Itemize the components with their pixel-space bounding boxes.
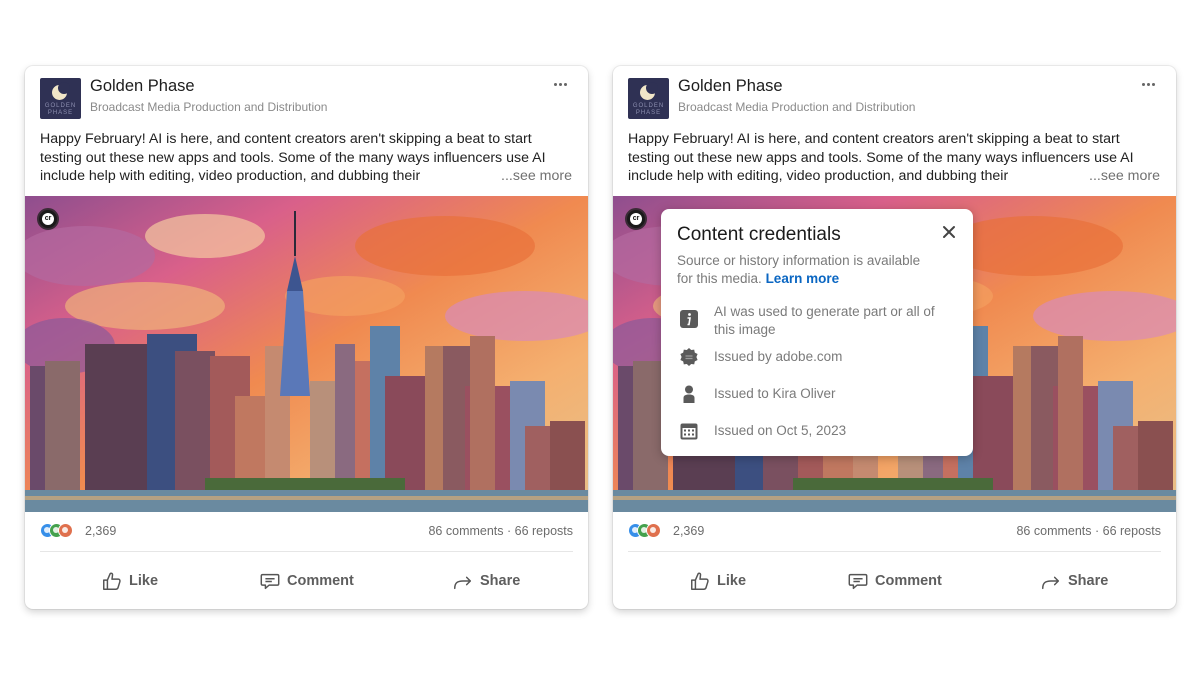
reaction-icons[interactable]: [628, 523, 668, 539]
thumbs-up-icon: [103, 572, 121, 590]
cloud: [145, 214, 265, 258]
action-bar: Like Comment Share: [25, 564, 588, 600]
credential-text: Issued to Kira Oliver: [714, 386, 836, 401]
logo-text: GOLDEN: [632, 103, 665, 109]
comment-icon: [260, 573, 280, 590]
divider: [40, 551, 573, 552]
post-text-line: include help with editing, video product…: [40, 168, 421, 184]
company-logo[interactable]: GOLDEN PHASE: [628, 78, 669, 119]
comments-reposts-count[interactable]: 86 comments · 66 reposts: [428, 524, 573, 538]
share-arrow-icon: [454, 576, 472, 590]
comment-label: Comment: [875, 573, 942, 589]
post-image[interactable]: cr: [25, 196, 588, 512]
post-header: GOLDEN PHASE Golden Phase Broadcast Medi…: [40, 77, 573, 121]
water-reflection: [25, 496, 588, 500]
close-icon: [943, 226, 955, 238]
learn-more-link[interactable]: Learn more: [766, 271, 840, 286]
post-text: Happy February! AI is here, and content …: [628, 130, 1160, 186]
comment-label: Comment: [287, 573, 354, 589]
content-credentials-popup: Content credentials Source or history in…: [661, 209, 973, 456]
post-text-line: Happy February! AI is here, and content …: [628, 131, 1120, 147]
dot-icon: [564, 83, 567, 86]
info-icon: [680, 310, 698, 328]
building: [45, 361, 80, 506]
company-tagline: Broadcast Media Production and Distribut…: [90, 100, 328, 114]
trees: [793, 478, 993, 490]
person-icon: [683, 385, 695, 403]
popup-description: Source or history information is availab…: [677, 252, 937, 288]
more-options-button[interactable]: [1139, 77, 1159, 91]
share-button[interactable]: Share: [452, 564, 520, 598]
post-text-line: testing out these new apps and tools. So…: [628, 149, 1134, 166]
content-credentials-badge[interactable]: cr: [625, 208, 647, 230]
comments-reposts-count[interactable]: 86 comments · 66 reposts: [1016, 524, 1161, 538]
building: [1058, 336, 1083, 506]
company-tagline: Broadcast Media Production and Distribut…: [678, 100, 916, 114]
trees: [205, 478, 405, 490]
moon-icon: [640, 82, 658, 100]
dot-icon: [559, 83, 562, 86]
share-label: Share: [480, 573, 521, 589]
comment-button[interactable]: Comment: [847, 564, 942, 598]
logo-text: PHASE: [47, 110, 74, 116]
post-stats: 2,369 86 comments · 66 reposts: [628, 522, 1161, 542]
see-more-link[interactable]: ...see more: [501, 167, 572, 186]
post-text-line-last: include help with editing, video product…: [628, 167, 1160, 186]
popup-title: Content credentials: [677, 224, 841, 245]
close-button[interactable]: [940, 223, 958, 241]
credential-text: AI was used to generate part or all of t…: [714, 304, 935, 337]
moon-icon: [52, 82, 70, 100]
comment-icon: [848, 573, 868, 590]
reaction-count[interactable]: 2,369: [673, 524, 704, 538]
post-text-line: Happy February! AI is here, and content …: [40, 131, 532, 147]
dot-icon: [554, 83, 557, 86]
water: [25, 490, 588, 512]
share-button[interactable]: Share: [1040, 564, 1108, 598]
dot-icon: [1152, 83, 1155, 86]
skyline-illustration: [25, 196, 588, 512]
credential-text: Issued on Oct 5, 2023: [714, 423, 847, 438]
thumbs-up-icon: [691, 572, 709, 590]
cr-icon: cr: [42, 213, 54, 225]
cr-icon: cr: [630, 213, 642, 225]
post-text: Happy February! AI is here, and content …: [40, 130, 572, 186]
more-options-button[interactable]: [551, 77, 571, 91]
comment-button[interactable]: Comment: [259, 564, 354, 598]
reaction-icons[interactable]: [40, 523, 80, 539]
company-name[interactable]: Golden Phase: [90, 77, 195, 96]
post-text-line: include help with editing, video product…: [628, 168, 1009, 184]
reaction-count[interactable]: 2,369: [85, 524, 116, 538]
post-text-line: testing out these new apps and tools. So…: [40, 149, 546, 166]
verified-badge-icon: [680, 348, 698, 366]
share-arrow-icon: [1042, 576, 1060, 590]
building: [85, 344, 147, 506]
action-bar: Like Comment Share: [613, 564, 1176, 600]
like-label: Like: [717, 573, 747, 589]
logo-text: PHASE: [635, 110, 662, 116]
dot-icon: [1142, 83, 1145, 86]
logo-text: GOLDEN: [44, 103, 77, 109]
love-reaction-icon: [646, 523, 661, 538]
post-text-line-last: include help with editing, video product…: [40, 167, 572, 186]
like-button[interactable]: Like: [101, 564, 158, 598]
water: [613, 490, 1176, 512]
like-label: Like: [129, 573, 159, 589]
post-stats: 2,369 86 comments · 66 reposts: [40, 522, 573, 542]
building: [470, 336, 495, 506]
cloud: [355, 216, 535, 276]
like-button[interactable]: Like: [689, 564, 746, 598]
divider: [628, 551, 1161, 552]
company-logo[interactable]: GOLDEN PHASE: [40, 78, 81, 119]
post-card-original: GOLDEN PHASE Golden Phase Broadcast Medi…: [25, 66, 588, 609]
water-reflection: [613, 496, 1176, 500]
share-label: Share: [1068, 573, 1109, 589]
see-more-link[interactable]: ...see more: [1089, 167, 1160, 186]
company-name[interactable]: Golden Phase: [678, 77, 783, 96]
post-header: GOLDEN PHASE Golden Phase Broadcast Medi…: [628, 77, 1161, 121]
dot-icon: [1147, 83, 1150, 86]
content-credentials-badge[interactable]: cr: [37, 208, 59, 230]
calendar-icon: [680, 423, 698, 440]
credential-text: Issued by adobe.com: [714, 349, 843, 364]
love-reaction-icon: [58, 523, 73, 538]
